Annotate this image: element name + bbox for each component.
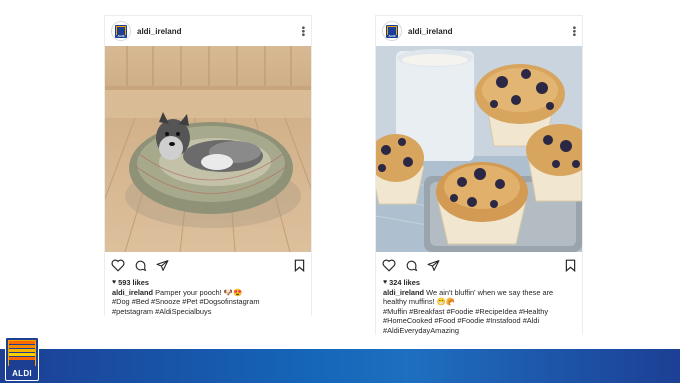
caption-text: We ain't bluffin' when we say these are: [424, 287, 554, 297]
instagram-post: ALDI aldi_ireland •••: [104, 15, 312, 316]
avatar[interactable]: ALDI: [382, 21, 402, 41]
bookmark-icon[interactable]: [565, 259, 576, 272]
heart-small-icon: ♥: [112, 279, 117, 286]
heart-icon[interactable]: [382, 259, 396, 272]
username[interactable]: aldi_ireland: [408, 27, 570, 36]
share-icon[interactable]: [156, 259, 169, 272]
hashtags-line[interactable]: #Dog #Bed #Snooze #Pet #Dogsofinstagram: [112, 297, 304, 307]
caption-text: Pamper your pooch! 🐶😍: [153, 287, 243, 297]
post-actions: [376, 252, 582, 278]
aldi-logo-icon: ALDI: [115, 24, 127, 38]
post-actions: [105, 252, 311, 278]
comment-icon[interactable]: [405, 259, 418, 272]
like-count[interactable]: ♥ 593 likes: [112, 278, 304, 288]
comment-icon[interactable]: [134, 259, 147, 272]
muffins-illustration: [376, 46, 582, 252]
hashtags-line[interactable]: #HomeCooked #Food #Foodie #Instafood #Al…: [383, 316, 575, 326]
share-icon[interactable]: [427, 259, 440, 272]
more-options-icon[interactable]: •••: [297, 26, 308, 37]
post-image-muffins[interactable]: [376, 46, 582, 252]
heart-small-icon: ♥: [383, 279, 388, 286]
bookmark-icon[interactable]: [294, 259, 305, 272]
like-count[interactable]: ♥ 324 likes: [383, 278, 575, 288]
post-header: ALDI aldi_ireland •••: [105, 16, 311, 46]
post-caption: ♥ 324 likes aldi_ireland We ain't bluffin…: [376, 278, 582, 335]
hashtags-line[interactable]: #AldiEverydayAmazing: [383, 326, 575, 336]
post-caption: ♥ 593 likes aldi_ireland Pamper your pooc…: [105, 278, 311, 316]
username[interactable]: aldi_ireland: [137, 27, 299, 36]
more-options-icon[interactable]: •••: [568, 26, 579, 37]
dog-in-bed-illustration: [105, 46, 311, 252]
logo-text: ALDI: [12, 369, 32, 378]
aldi-logo: ALDI: [5, 337, 39, 381]
heart-icon[interactable]: [111, 259, 125, 272]
post-header: ALDI aldi_ireland •••: [376, 16, 582, 46]
caption-text-continued: healthy muffins! 😁🥐: [383, 297, 456, 306]
logo-frame: [8, 340, 36, 366]
hashtags-line[interactable]: #petstagram #AldiSpecialbuys: [112, 307, 304, 317]
brand-footer-bar: [0, 349, 680, 383]
caption-username[interactable]: aldi_ireland: [383, 288, 424, 297]
instagram-post: ALDI aldi_ireland •••: [375, 15, 583, 335]
aldi-logo-icon: ALDI: [386, 24, 398, 38]
caption-username[interactable]: aldi_ireland: [112, 288, 153, 297]
hashtags-line[interactable]: #Muffin #Breakfast #Foodie #RecipeIdea #…: [383, 307, 575, 317]
avatar[interactable]: ALDI: [111, 21, 131, 41]
post-image-dog-bed[interactable]: [105, 46, 311, 252]
